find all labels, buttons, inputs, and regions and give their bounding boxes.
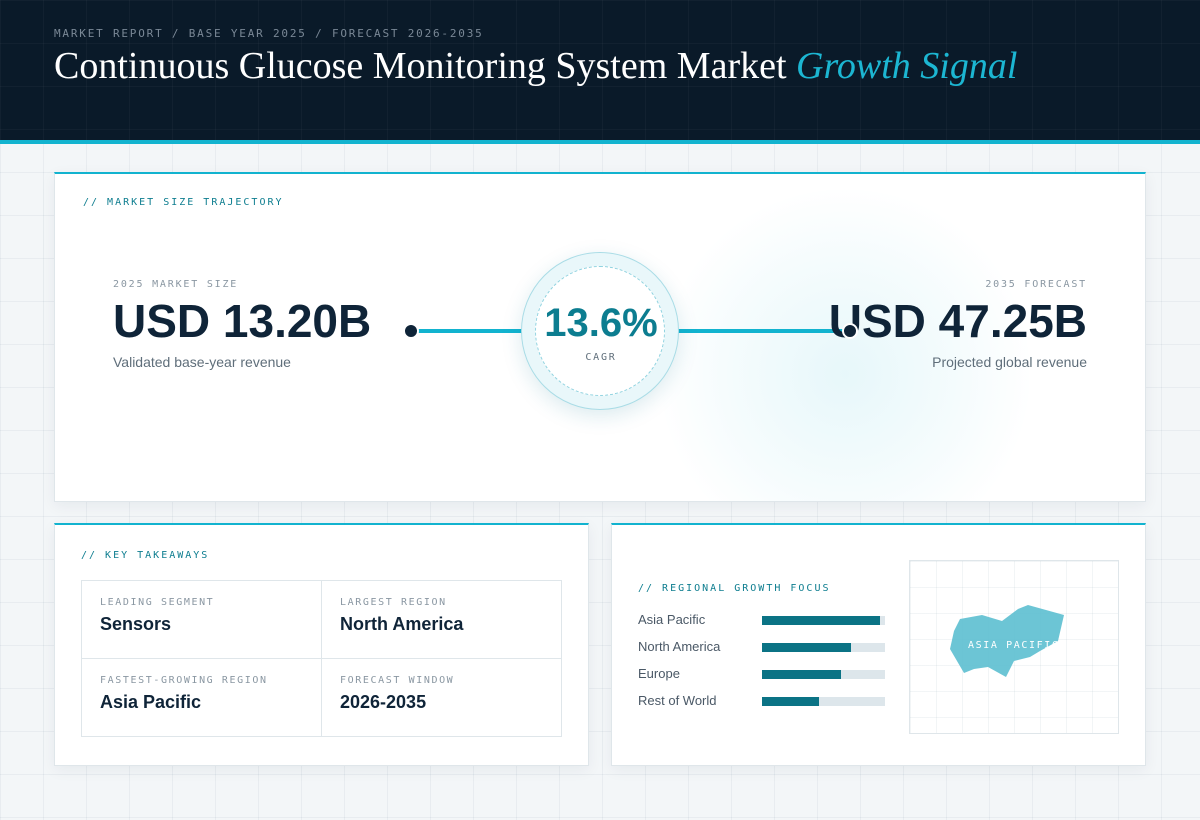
takeaway-forecast-window: FORECAST WINDOW 2026-2035 [322,659,562,737]
market-size-trajectory-card: // MARKET SIZE TRAJECTORY 2025 MARKET SI… [54,172,1146,502]
takeaway-value: Sensors [100,614,172,634]
region-bar-label: Europe [638,666,680,681]
region-bar-label: North America [638,639,721,654]
end-stat-value: USD 47.25B [828,295,1087,347]
end-point-marker [842,323,858,339]
title-main: Continuous Glucose Monitoring System Mar… [54,45,787,87]
end-stat-caption: Projected global revenue [932,354,1087,370]
region-bar-fill [762,670,841,679]
region-bar-fill [762,616,881,625]
takeaway-label: FORECAST WINDOW [340,675,455,686]
takeaway-label: FASTEST-GROWING REGION [100,675,268,686]
end-stat-label: 2035 FORECAST [985,279,1087,290]
region-bar-europe: Europe [638,664,888,684]
takeaway-value: Asia Pacific [100,692,202,712]
region-bar-fill [762,697,819,706]
takeaway-value: 2026-2035 [340,692,427,712]
region-bar-fill [762,643,851,652]
region-bar-label: Rest of World [638,693,717,708]
report-eyebrow: MARKET REPORT / BASE YEAR 2025 / FORECAS… [54,27,484,40]
start-stat-label: 2025 MARKET SIZE [113,279,239,290]
page-title: Continuous Glucose Monitoring System Mar… [54,44,1017,88]
takeaways-grid: LEADING SEGMENT Sensors LARGEST REGION N… [81,580,562,737]
cagr-label: CAGR [585,352,617,363]
region-bar-track [762,670,885,679]
trajectory-section-label: // MARKET SIZE TRAJECTORY [83,197,284,208]
region-bar-label: Asia Pacific [638,612,706,627]
takeaways-section-label: // KEY TAKEAWAYS [81,550,210,561]
cagr-value: 13.6% [544,301,658,345]
takeaway-leading-segment: LEADING SEGMENT Sensors [82,581,322,659]
start-stat-value: USD 13.20B [113,295,372,347]
key-takeaways-card: // KEY TAKEAWAYS LEADING SEGMENT Sensors… [54,523,589,766]
cagr-inner-ring: 13.6% CAGR [535,266,665,396]
start-stat-caption: Validated base-year revenue [113,354,291,370]
region-bar-track [762,643,885,652]
map-region-label: ASIA PACIFIC [968,640,1060,651]
region-bar-asia-pacific: Asia Pacific [638,610,888,630]
takeaway-label: LEADING SEGMENT [100,597,215,608]
takeaway-value: North America [340,614,464,634]
region-bar-track [762,616,885,625]
takeaway-label: LARGEST REGION [340,597,447,608]
page-header: MARKET REPORT / BASE YEAR 2025 / FORECAS… [0,0,1200,144]
start-point-marker [403,323,419,339]
region-bar-rest-of-world: Rest of World [638,691,888,711]
regional-growth-card: // REGIONAL GROWTH FOCUS Asia Pacific No… [611,523,1146,766]
cagr-badge: 13.6% CAGR [521,252,679,410]
region-bar-north-america: North America [638,637,888,657]
takeaway-largest-region: LARGEST REGION North America [322,581,562,659]
takeaway-fastest-growing-region: FASTEST-GROWING REGION Asia Pacific [82,659,322,737]
regional-section-label: // REGIONAL GROWTH FOCUS [638,583,831,594]
title-accent: Growth Signal [796,45,1018,87]
region-bar-track [762,697,885,706]
region-map: ASIA PACIFIC [909,560,1119,734]
